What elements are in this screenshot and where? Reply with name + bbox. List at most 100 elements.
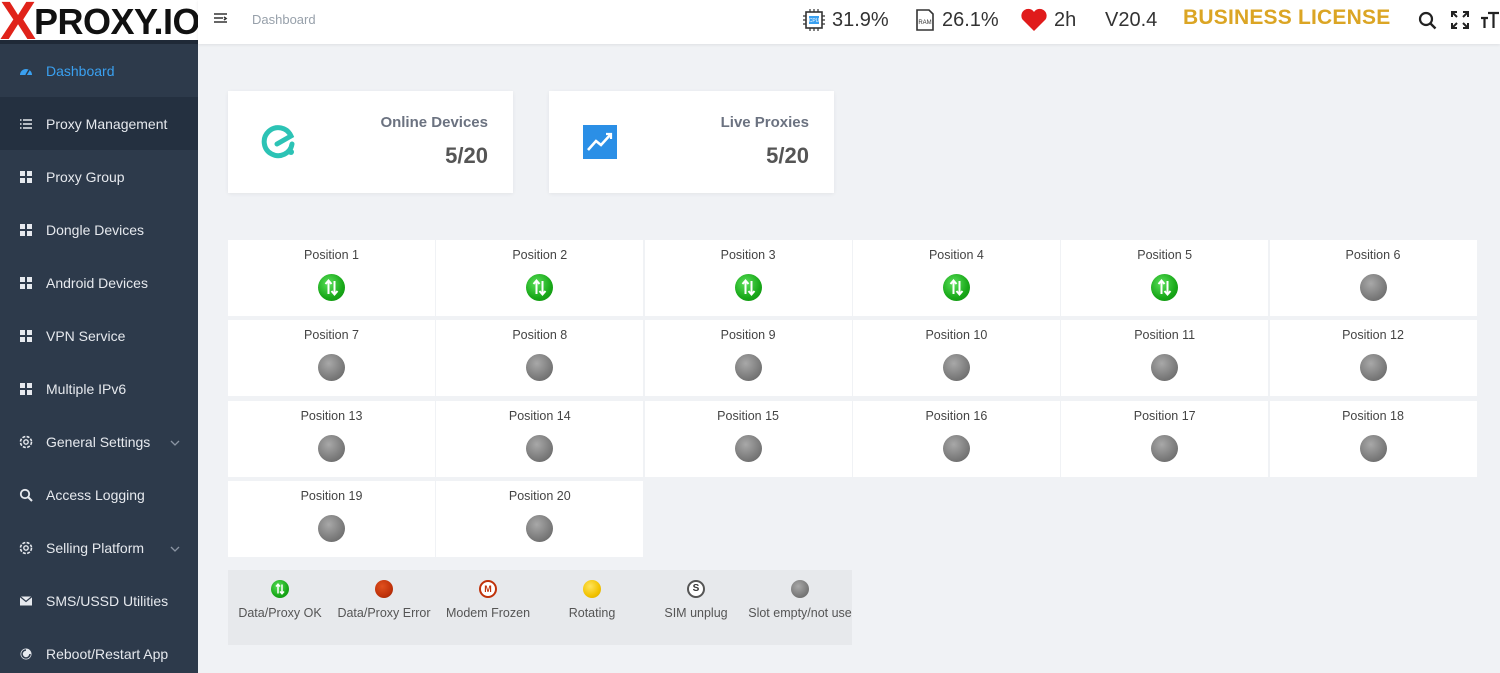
legend-label: Slot empty/not use: [748, 606, 852, 620]
status-empty-icon: [318, 434, 345, 462]
position-cell[interactable]: Position 14: [436, 400, 644, 477]
position-cell[interactable]: Position 12: [1269, 320, 1477, 397]
position-label: Position 15: [717, 408, 780, 423]
position-label: Position 14: [508, 408, 571, 423]
position-cell[interactable]: Position 10: [852, 320, 1060, 397]
position-label: Position 11: [1134, 328, 1196, 343]
legend-label: SIM unplug: [664, 606, 728, 620]
position-label: Position 1: [304, 248, 359, 262]
grid-icon: [16, 329, 36, 343]
position-cell[interactable]: Position 7: [228, 320, 435, 397]
position-cell[interactable]: Position 6: [1269, 240, 1477, 316]
brand-logo[interactable]: X PROXY.IO: [0, 0, 198, 44]
sidebar-item-vpn-service[interactable]: VPN Service: [0, 309, 198, 362]
legend-item: Rotating: [540, 580, 644, 620]
position-cell[interactable]: Position 5: [1061, 240, 1269, 316]
search-icon[interactable]: [1417, 10, 1439, 37]
status-empty-icon: [318, 514, 345, 542]
live-proxies-card: Live Proxies 5/20: [549, 91, 834, 193]
gear-icon: [16, 434, 36, 450]
sidebar-item-general-settings[interactable]: General Settings: [0, 415, 198, 468]
search-icon: [16, 488, 36, 502]
sidebar-item-label: Access Logging: [46, 486, 145, 503]
position-label: Position 18: [1342, 408, 1404, 423]
position-cell[interactable]: Position 17: [1061, 400, 1269, 477]
legend-item: Data/Proxy Error: [332, 580, 436, 620]
position-cell[interactable]: Position 19: [228, 480, 435, 557]
logo-x-mark: X: [0, 0, 37, 44]
rotating-icon: [583, 580, 601, 598]
sidebar-item-reboot-restart-app[interactable]: Reboot/Restart App: [0, 627, 198, 673]
position-label: Position 8: [512, 328, 568, 343]
position-cell[interactable]: Position 13: [228, 400, 435, 477]
hamburger-menu-icon[interactable]: [213, 11, 229, 32]
position-label: Position 17: [1133, 408, 1196, 423]
position-label: Position 4: [928, 248, 984, 262]
breadcrumb[interactable]: Dashboard: [252, 12, 316, 27]
grid-icon: [16, 170, 36, 184]
position-cell[interactable]: Position 16: [852, 400, 1060, 477]
ram-value: 26.1%: [942, 8, 999, 31]
status-empty-icon: [1359, 274, 1387, 301]
font-size-icon[interactable]: [1480, 10, 1500, 35]
gear-icon: [16, 540, 36, 556]
live-proxies-value: 5/20: [766, 143, 809, 168]
status-empty-icon: [1151, 354, 1179, 382]
position-cell[interactable]: Position 20: [436, 480, 644, 557]
online-devices-card: Online Devices 5/20: [228, 91, 513, 193]
position-cell[interactable]: Position 8: [436, 320, 644, 397]
legend-label: Data/Proxy Error: [337, 606, 431, 620]
status-legend: Data/Proxy OK Data/Proxy Error M Modem Froz…: [228, 570, 852, 645]
position-cell[interactable]: Position 3: [644, 240, 852, 316]
sidebar-item-label: Proxy Group: [46, 168, 125, 185]
sidebar-item-dongle-devices[interactable]: Dongle Devices: [0, 203, 198, 256]
position-cell[interactable]: Position 18: [1269, 400, 1477, 477]
sidebar-item-dashboard[interactable]: Dashboard: [0, 44, 198, 97]
legend-item: M Modem Frozen: [436, 580, 540, 620]
license-badge: BUSINESS LICENSE: [1183, 6, 1391, 29]
status-empty-icon: [1151, 434, 1179, 462]
position-label: Position 12: [1342, 328, 1404, 343]
sidebar: Dashboard Proxy Management Proxy Group Dong…: [0, 44, 198, 673]
status-empty-icon: [734, 434, 762, 462]
ram-chip-icon: RAM: [916, 9, 934, 31]
sidebar-item-sms-ussd-utilities[interactable]: SMS/USSD Utilities: [0, 574, 198, 627]
sidebar-item-label: Dashboard: [46, 62, 115, 79]
sidebar-item-selling-platform[interactable]: Selling Platform: [0, 521, 198, 574]
position-cell[interactable]: Position 11: [1061, 320, 1269, 397]
position-cell[interactable]: Position 4: [852, 240, 1060, 316]
online-devices-value: 5/20: [445, 143, 488, 168]
fullscreen-icon[interactable]: [1450, 10, 1470, 35]
modem-frozen-icon: M: [479, 580, 497, 598]
sim-unplug-icon: S: [687, 580, 705, 598]
restart-icon: [16, 647, 36, 661]
legend-item: Slot empty/not use: [748, 580, 852, 620]
position-label: Position 6: [1345, 248, 1401, 262]
position-label: Position 20: [508, 488, 571, 503]
sidebar-item-label: Reboot/Restart App: [46, 645, 169, 662]
status-ok-icon: [526, 274, 554, 301]
envelope-icon: [16, 595, 36, 607]
sidebar-item-android-devices[interactable]: Android Devices: [0, 256, 198, 309]
position-cell[interactable]: Position 15: [644, 400, 852, 477]
status-ok-icon: [318, 274, 345, 301]
position-label: Position 16: [925, 408, 988, 423]
logo-text: PROXY.IO: [34, 1, 198, 42]
position-label: Position 3: [720, 248, 776, 262]
sidebar-item-multiple-ipv6[interactable]: Multiple IPv6: [0, 362, 198, 415]
status-empty-icon: [318, 354, 345, 382]
status-ok-icon: [1151, 274, 1179, 301]
position-cell[interactable]: Position 9: [644, 320, 852, 397]
ram-stat: RAM 26.1%: [914, 7, 999, 33]
svg-text:RAM: RAM: [918, 20, 931, 26]
sidebar-item-proxy-group[interactable]: Proxy Group: [0, 150, 198, 203]
sidebar-item-proxy-management[interactable]: Proxy Management: [0, 97, 198, 150]
status-empty-icon: [1359, 354, 1387, 382]
sidebar-item-label: SMS/USSD Utilities: [46, 592, 169, 609]
heart-icon: [1021, 8, 1047, 31]
sidebar-item-access-logging[interactable]: Access Logging: [0, 468, 198, 521]
position-cell[interactable]: Position 1: [228, 240, 435, 316]
trend-chart-icon: [582, 124, 618, 165]
position-cell[interactable]: Position 2: [436, 240, 644, 316]
svg-text:CPU: CPU: [809, 18, 820, 24]
